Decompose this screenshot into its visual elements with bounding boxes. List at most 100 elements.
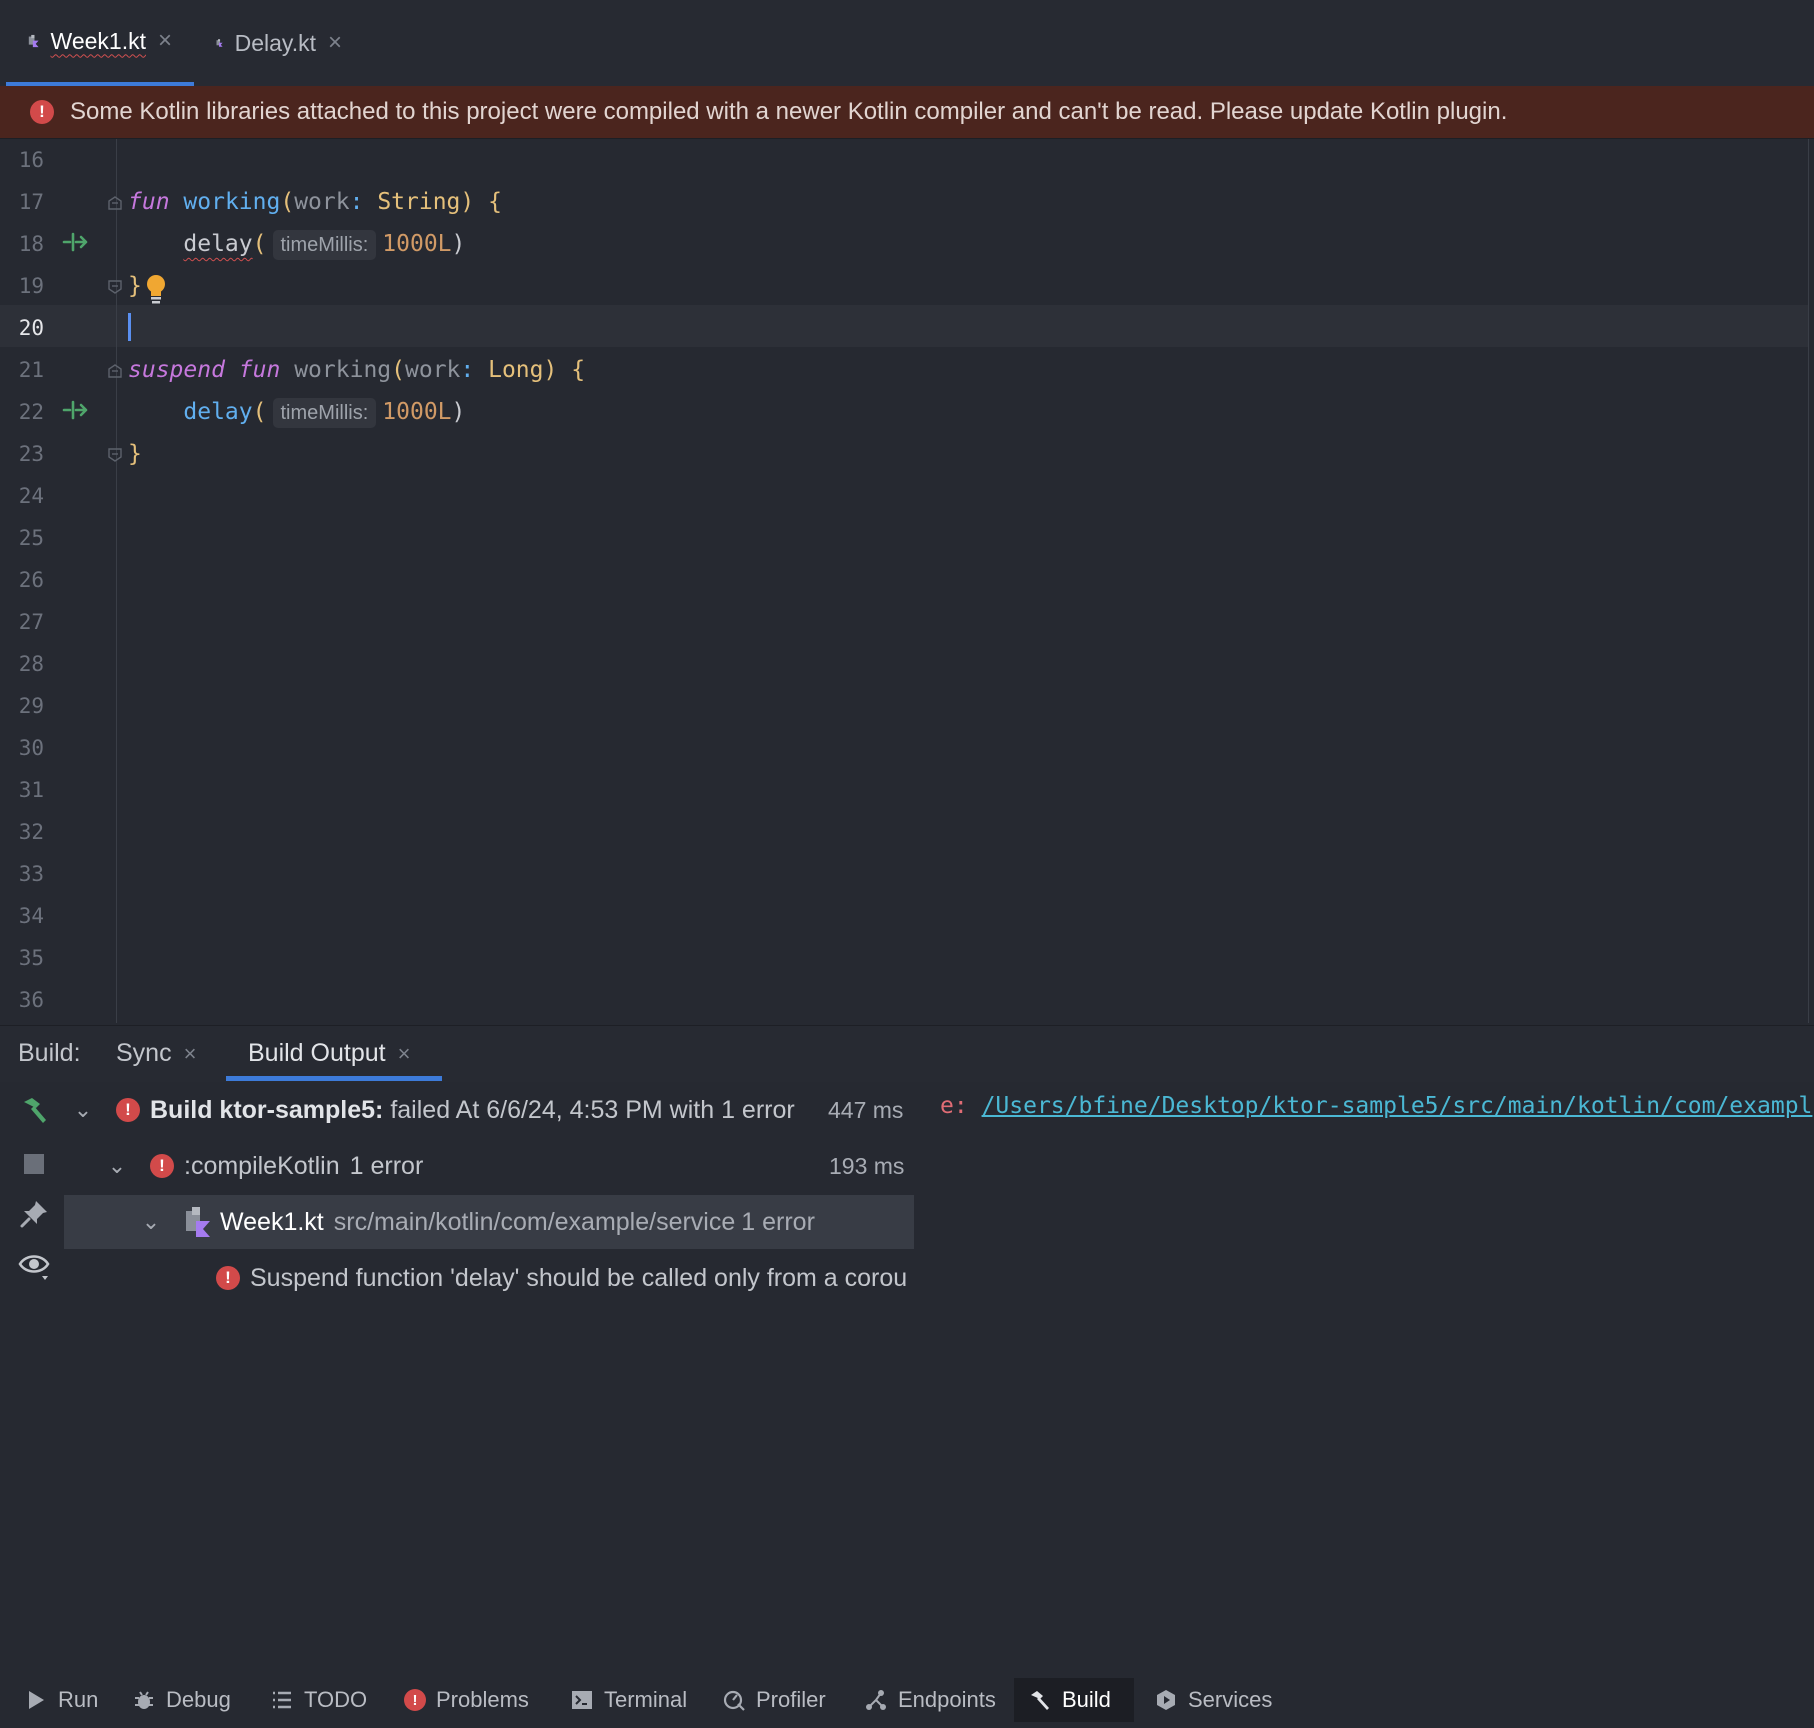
code-line-19[interactable]: } — [128, 265, 142, 307]
current-line-highlight — [0, 305, 1808, 347]
toolwindow-problems[interactable]: ! Problems — [390, 1678, 543, 1722]
kotlin-file-icon — [28, 34, 39, 48]
paren: ( — [252, 231, 267, 257]
console-output-line: e: /Users/bfine/Desktop/ktor-sample5/src… — [940, 1085, 1812, 1127]
tab-week1-kt[interactable]: Week1.kt × — [6, 0, 194, 86]
code-editor[interactable] — [0, 139, 1814, 1025]
toolwindow-profiler[interactable]: Profiler — [708, 1678, 840, 1722]
error-message-text: Suspend function 'delay' should be calle… — [250, 1264, 908, 1292]
brace: { — [488, 189, 502, 215]
line-number: 36 — [18, 988, 44, 1012]
line-number: 23 — [18, 442, 44, 466]
paren: ( — [391, 357, 405, 383]
parameter-name: work — [294, 189, 350, 215]
line-number: 32 — [18, 820, 44, 844]
fold-icon[interactable] — [108, 196, 122, 210]
endpoints-icon — [866, 1690, 886, 1710]
file-name: Week1.kt — [220, 1208, 324, 1236]
tab-build-output[interactable]: Build Output × — [248, 1030, 410, 1076]
compile-task-row[interactable]: ⌄ ! :compileKotlin 1 error — [104, 1143, 424, 1189]
error-icon: ! — [150, 1154, 174, 1178]
fold-icon[interactable] — [108, 364, 122, 378]
tab-label: Delay.kt — [234, 29, 316, 56]
brace: { — [571, 357, 586, 383]
line-number: 18 — [18, 232, 44, 256]
error-icon: ! — [216, 1266, 240, 1290]
toolwindow-label: Terminal — [604, 1687, 688, 1712]
number-literal: 1000L — [382, 231, 452, 257]
close-icon[interactable]: × — [328, 29, 342, 57]
problems-icon: ! — [404, 1689, 426, 1711]
build-result-row[interactable]: ⌄ ! Build ktor-sample5: failed At 6/6/24… — [70, 1087, 795, 1133]
suspend-call-icon[interactable] — [62, 228, 90, 256]
code-line-18[interactable]: delay(timeMillis: 1000L) — [128, 223, 465, 265]
close-icon[interactable]: × — [398, 1041, 411, 1066]
pin-icon[interactable] — [18, 1198, 50, 1230]
toolwindow-services[interactable]: Services — [1140, 1678, 1286, 1722]
stop-icon[interactable] — [18, 1148, 50, 1180]
kotlin-file-icon — [216, 39, 223, 47]
toolwindow-run[interactable]: Run — [10, 1678, 112, 1722]
number-literal: 1000L — [382, 399, 452, 425]
error-message-row[interactable]: ! Suspend function 'delay' should be cal… — [216, 1255, 914, 1301]
paren: ) — [460, 189, 475, 215]
code-line-21[interactable]: suspend fun working(work: Long) { — [128, 349, 585, 391]
eye-icon[interactable] — [18, 1250, 50, 1282]
paren: ( — [252, 399, 267, 425]
close-icon[interactable]: × — [184, 1041, 197, 1066]
task-error-count: 1 error — [349, 1152, 424, 1180]
tab-label: Build Output — [248, 1039, 386, 1067]
chevron-down-icon[interactable]: ⌄ — [138, 1199, 164, 1245]
close-icon[interactable]: × — [158, 27, 172, 55]
line-number: 30 — [18, 736, 44, 760]
error-icon: ! — [30, 100, 54, 124]
toolwindow-endpoints[interactable]: Endpoints — [850, 1678, 1010, 1722]
line-number: 17 — [18, 190, 44, 214]
services-icon — [1157, 1690, 1175, 1710]
tab-delay-kt[interactable]: Delay.kt × — [194, 0, 364, 86]
file-error-count: 1 error — [741, 1208, 815, 1236]
chevron-down-icon[interactable]: ⌄ — [104, 1143, 130, 1189]
toolwindow-todo[interactable]: TODO — [256, 1678, 381, 1722]
editor-right-margin — [1808, 139, 1809, 1023]
line-number: 27 — [18, 610, 44, 634]
source-file-link[interactable]: /Users/bfine/Desktop/ktor-sample5/src/ma… — [982, 1093, 1813, 1119]
toolwindow-debug[interactable]: Debug — [118, 1678, 245, 1722]
suspend-call-icon[interactable] — [62, 396, 90, 424]
toolwindow-build[interactable]: Build — [1014, 1678, 1134, 1722]
debug-icon — [135, 1691, 153, 1709]
gutter-divider — [116, 139, 117, 1023]
toolwindow-terminal[interactable]: Terminal — [556, 1678, 701, 1722]
line-number: 28 — [18, 652, 44, 676]
toolwindow-label: Run — [58, 1687, 99, 1712]
code-line-22[interactable]: delay(timeMillis: 1000L) — [128, 391, 465, 433]
build-duration: 447 ms — [828, 1097, 904, 1123]
code-line-17[interactable]: fun working(work: String) { — [128, 181, 502, 223]
delay-call[interactable]: delay — [183, 399, 252, 425]
build-project-name: Build ktor-sample5: — [150, 1096, 384, 1124]
task-duration: 193 ms — [829, 1153, 905, 1179]
line-number: 22 — [18, 400, 44, 424]
type-name: Long — [488, 357, 544, 383]
kotlin-file-icon — [186, 1207, 210, 1237]
delay-call-error[interactable]: delay — [183, 231, 252, 257]
file-row[interactable]: ⌄ Week1.kt src/main/kotlin/com/example/s… — [138, 1199, 815, 1245]
chevron-down-icon[interactable]: ⌄ — [70, 1087, 96, 1133]
active-tab-indicator — [226, 1076, 442, 1081]
code-line-23[interactable]: } — [128, 433, 142, 475]
tab-label: Sync — [116, 1039, 172, 1067]
parameter-hint: timeMillis: — [272, 397, 377, 428]
toolwindow-label: Problems — [436, 1687, 529, 1712]
type-name: String — [377, 189, 461, 215]
tab-sync[interactable]: Sync × — [116, 1030, 196, 1076]
line-number: 35 — [18, 946, 44, 970]
build-status-text: failed At 6/6/24, 4:53 PM with 1 error — [390, 1096, 795, 1124]
line-number: 25 — [18, 526, 44, 550]
fold-icon[interactable] — [108, 448, 122, 462]
hammer-icon[interactable] — [18, 1094, 50, 1126]
fold-icon[interactable] — [108, 280, 122, 294]
line-number-current: 20 — [18, 316, 44, 340]
function-name: working — [183, 189, 281, 215]
lightbulb-icon[interactable] — [144, 274, 168, 304]
hammer-icon — [1031, 1691, 1049, 1710]
